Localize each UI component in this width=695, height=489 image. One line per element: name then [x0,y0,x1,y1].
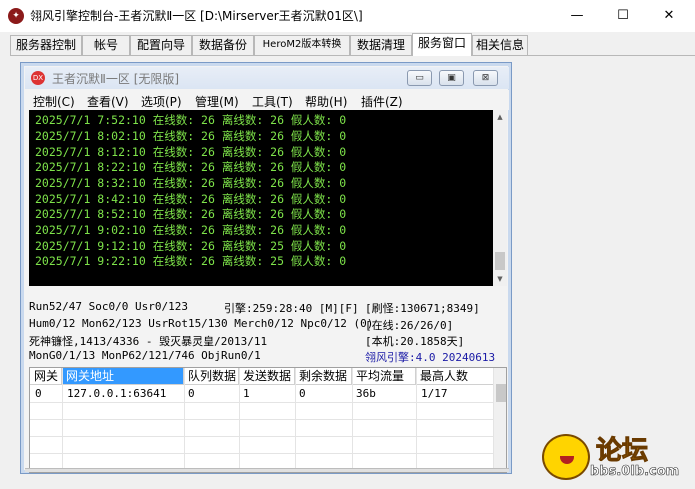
col-header-gateway-address[interactable]: 网关地址 [62,368,184,385]
col-header-max-users[interactable]: 最高人数 [416,368,494,385]
mascot-logo-icon [542,434,590,480]
scroll-thumb[interactable] [495,252,505,270]
tab-herom2-convert[interactable]: HeroM2版本转换 [254,35,350,55]
menu-view[interactable]: 查看(V) [87,93,129,110]
scroll-down-icon[interactable]: ▼ [493,272,507,286]
grid-divider [352,368,353,472]
log-line: 2025/7/1 8:02:10 在线数: 26 离线数: 26 假人数: 0 [35,129,347,143]
menu-manage[interactable]: 管理(M) [195,93,239,110]
col-header-send-data[interactable]: 发送数据 [239,368,295,385]
col-header-gateway[interactable]: 网关 [30,368,62,385]
app-logo-icon: ✦ [8,8,24,24]
server-subwindow: DX 王者沉默Ⅱ一区 [无限版] ▭ ▣ ⊠ 控制(C) 查看(V) 选项(P)… [20,62,512,474]
maximize-button[interactable]: ☐ [600,0,646,32]
app-window: ✦ 翎风引擎控制台-王者沉默Ⅱ一区 [D:\Mirserver王者沉默01区\]… [0,0,695,489]
menu-help[interactable]: 帮助(H) [305,93,347,110]
table-scrollbar[interactable] [494,368,506,472]
table-header: 网关 网关地址 队列数据 发送数据 剩余数据 平均流量 最高人数 [30,368,494,385]
menu-plugins[interactable]: 插件(Z) [361,93,403,110]
menu-tools[interactable]: 工具(T) [252,93,293,110]
close-button[interactable]: ✕ [646,0,692,32]
watermark-text: 论坛 [595,436,649,467]
col-header-remaining-data[interactable]: 剩余数据 [295,368,352,385]
engine-version: 翎风引擎:4.0 20240613 [365,351,496,364]
grid-divider [184,368,185,472]
menu-control[interactable]: 控制(C) [33,93,75,110]
grid-divider [30,436,494,437]
log-line: 2025/7/1 9:22:10 在线数: 26 离线数: 25 假人数: 0 [35,254,347,268]
gateway-table[interactable]: 网关 网关地址 队列数据 发送数据 剩余数据 平均流量 最高人数 0 127.0… [29,367,507,473]
menu-options[interactable]: 选项(P) [141,93,182,110]
hum-stats: Hum0/12 Mon62/123 UsrRot15/130 Merch0/12… [29,317,374,330]
table-row-max-users: 1/17 [421,387,448,400]
window-title: 翎风引擎控制台-王者沉默Ⅱ一区 [D:\Mirserver王者沉默01区\] [30,9,363,23]
log-console[interactable]: 2025/7/1 7:52:10 在线数: 26 离线数: 26 假人数: 0 … [29,110,507,286]
console-scrollbar[interactable]: ▲ ▼ [493,110,507,286]
title-bar: ✦ 翎风引擎控制台-王者沉默Ⅱ一区 [D:\Mirserver王者沉默01区\]… [0,0,695,32]
subwindow-menubar: 控制(C) 查看(V) 选项(P) 管理(M) 工具(T) 帮助(H) 插件(Z… [25,90,509,110]
forum-watermark: 论坛 bbs.0lb.com [540,428,690,484]
table-scroll-thumb[interactable] [496,384,506,402]
grid-divider [30,419,494,420]
tab-data-backup[interactable]: 数据备份 [192,35,254,55]
log-line: 2025/7/1 8:42:10 在线数: 26 离线数: 26 假人数: 0 [35,192,347,206]
tab-related-info[interactable]: 相关信息 [472,35,528,55]
col-header-avg-traffic[interactable]: 平均流量 [352,368,416,385]
log-line: 2025/7/1 9:12:10 在线数: 26 离线数: 25 假人数: 0 [35,239,347,253]
log-line: 2025/7/1 9:02:10 在线数: 26 离线数: 26 假人数: 0 [35,223,347,237]
subwindow-status-strip [25,468,509,472]
subwindow-title: 王者沉默Ⅱ一区 [无限版] [52,72,180,86]
grid-divider [30,402,494,403]
tab-service-window[interactable]: 服务窗口 [412,33,472,56]
boss-info: 死神镰怪,1413/4336 - 毁灭暴灵皇/2013/11 [29,335,268,348]
grid-divider [295,368,296,472]
log-line: 2025/7/1 8:22:10 在线数: 26 离线数: 26 假人数: 0 [35,160,347,174]
mongo-stats: MonG0/1/13 MonP62/121/746 ObjRun0/1 [29,349,261,362]
scroll-up-icon[interactable]: ▲ [493,110,507,124]
log-line: 2025/7/1 8:52:10 在线数: 26 离线数: 26 假人数: 0 [35,207,347,221]
table-row-remaining: 0 [299,387,306,400]
grid-divider [239,368,240,472]
table-row-address: 127.0.0.1:63641 [67,387,167,400]
table-row-traffic: 36b [356,387,376,400]
run-stats: Run52/47 Soc0/0 Usr0/123 [29,300,188,313]
log-line: 2025/7/1 8:32:10 在线数: 26 离线数: 26 假人数: 0 [35,176,347,190]
subwindow-title-bar: DX 王者沉默Ⅱ一区 [无限版] ▭ ▣ ⊠ [25,67,509,89]
table-row-send: 1 [243,387,250,400]
subwindow-close-button[interactable]: ⊠ [473,70,498,86]
grid-divider [416,368,417,472]
table-row-gateway: 0 [35,387,42,400]
local-uptime: [本机:20.1858天] [365,335,465,348]
dx-logo-icon: DX [31,71,45,85]
log-line: 2025/7/1 8:12:10 在线数: 26 离线数: 26 假人数: 0 [35,145,347,159]
tab-data-clean[interactable]: 数据清理 [350,35,412,55]
main-tabs: 服务器控制 帐号 配置向导 数据备份 HeroM2版本转换 数据清理 服务窗口 … [10,33,695,56]
refresh-monster-stats: [刷怪:130671;8349] [365,302,480,315]
subwindow-maximize-button[interactable]: ▣ [439,70,464,86]
grid-divider [30,453,494,454]
engine-uptime: 引擎:259:28:40 [M][F] [224,302,359,315]
log-line: 2025/7/1 7:52:10 在线数: 26 离线数: 26 假人数: 0 [35,113,347,127]
tab-config-wizard[interactable]: 配置向导 [130,35,192,55]
watermark-url: bbs.0lb.com [590,464,680,480]
subwindow-minimize-button[interactable]: ▭ [407,70,432,86]
tab-account[interactable]: 帐号 [82,35,130,55]
tab-server-control[interactable]: 服务器控制 [10,35,82,55]
minimize-button[interactable]: — [554,0,600,32]
online-stats: [在线:26/26/0] [365,319,454,332]
grid-divider [62,368,63,472]
table-row-queue: 0 [188,387,195,400]
col-header-queue-data[interactable]: 队列数据 [184,368,239,385]
